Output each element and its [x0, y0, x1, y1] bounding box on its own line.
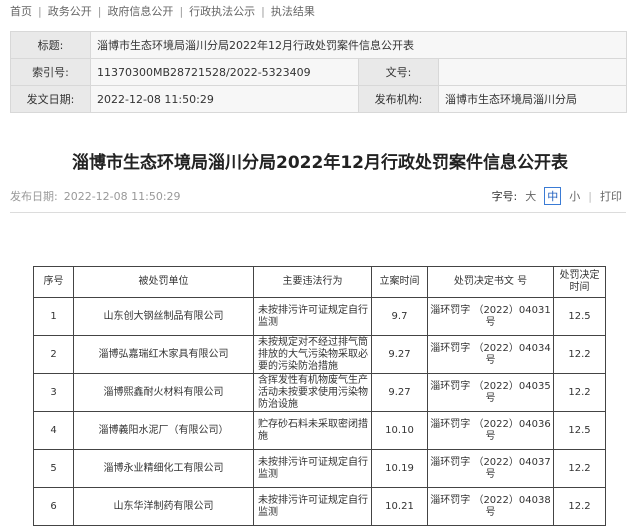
divider: [10, 212, 626, 213]
penalty-cases-table: 序号 被处罚单位 主要违法行为 立案时间 处罚决定书文 号 处罚决定时间 1 山…: [33, 266, 606, 526]
cell-doc: 淄环罚字 （2022）04037号: [427, 449, 554, 488]
cell-filed: 9.27: [371, 335, 428, 374]
cell-time: 12.5: [553, 297, 606, 336]
cell-no: 1: [33, 297, 74, 336]
cell-filed: 10.21: [371, 487, 428, 526]
cell-act: 贮存砂石料未采取密闭措施: [253, 411, 372, 450]
breadcrumb-gov-info[interactable]: 政府信息公开: [107, 3, 173, 19]
font-size-medium-button[interactable]: 中: [544, 187, 562, 205]
cell-act: 未按排污许可证规定自行监测: [253, 297, 372, 336]
table-header-row: 序号 被处罚单位 主要违法行为 立案时间 处罚决定书文 号 处罚决定时间: [33, 266, 606, 298]
meta-date-value: 2022-12-08 11:50:29: [90, 85, 359, 113]
table-row: 2 淄博弘嘉瑞红木家具有限公司 未按规定对不经过排气筒排放的大气污染物采取必要的…: [33, 335, 606, 374]
meta-docno-value: [438, 58, 627, 86]
meta-docno-label: 文号:: [358, 58, 439, 86]
header-act: 主要违法行为: [253, 266, 372, 298]
cell-filed: 10.10: [371, 411, 428, 450]
font-size-label: 字号:: [491, 190, 518, 203]
breadcrumb: 首页 | 政务公开 | 政府信息公开 | 行政执法公示 | 执法结果: [0, 0, 640, 22]
table-row: 6 山东华洋制药有限公司 未按排污许可证规定自行监测 10.21 淄环罚字 （2…: [33, 487, 606, 526]
meta-row-title: 标题: 淄博市生态环境局淄川分局2022年12月行政处罚案件信息公开表: [10, 31, 627, 59]
breadcrumb-gov-affairs[interactable]: 政务公开: [48, 3, 92, 19]
meta-row-date: 发文日期: 2022-12-08 11:50:29 发布机构: 淄博市生态环境局…: [10, 85, 627, 113]
header-time: 处罚决定时间: [553, 266, 606, 298]
header-no: 序号: [33, 266, 74, 298]
table-row: 5 淄博永业精细化工有限公司 未按排污许可证规定自行监测 10.19 淄环罚字 …: [33, 449, 606, 488]
cell-filed: 9.7: [371, 297, 428, 336]
cell-doc: 淄环罚字 （2022）04035号: [427, 373, 554, 412]
cell-no: 3: [33, 373, 74, 412]
cell-time: 12.5: [553, 411, 606, 450]
breadcrumb-separator: |: [38, 4, 42, 18]
cell-unit: 淄博弘嘉瑞红木家具有限公司: [73, 335, 254, 374]
header-doc: 处罚决定书文 号: [427, 266, 554, 298]
publish-bar: 发布日期: 2022-12-08 11:50:29 字号: 大 中 小 | 打印: [10, 186, 626, 206]
table-row: 4 淄博義阳水泥厂（有限公司） 贮存砂石料未采取密闭措施 10.10 淄环罚字 …: [33, 411, 606, 450]
meta-org-label: 发布机构:: [358, 85, 439, 113]
cell-unit: 山东创大钢丝制品有限公司: [73, 297, 254, 336]
document-meta-table: 标题: 淄博市生态环境局淄川分局2022年12月行政处罚案件信息公开表 索引号:…: [10, 31, 627, 113]
publish-date-label: 发布日期:: [10, 190, 58, 203]
font-size-large-button[interactable]: 大: [525, 188, 536, 204]
meta-index-value: 11370300MB28721528/2022-5323409: [90, 58, 359, 86]
meta-org-value: 淄博市生态环境局淄川分局: [438, 85, 627, 113]
publish-date: 2022-12-08 11:50:29: [63, 189, 181, 203]
cell-no: 4: [33, 411, 74, 450]
meta-index-label: 索引号:: [10, 58, 91, 86]
meta-title-value: 淄博市生态环境局淄川分局2022年12月行政处罚案件信息公开表: [90, 31, 627, 59]
font-size-small-button[interactable]: 小: [569, 188, 580, 204]
cell-filed: 9.27: [371, 373, 428, 412]
cell-time: 12.2: [553, 335, 606, 374]
breadcrumb-home[interactable]: 首页: [10, 3, 32, 19]
cell-unit: 淄博永业精细化工有限公司: [73, 449, 254, 488]
cell-act: 未按规定对不经过排气筒排放的大气污染物采取必要的污染防治措施: [253, 335, 372, 374]
meta-row-index: 索引号: 11370300MB28721528/2022-5323409 文号:: [10, 58, 627, 86]
table-row: 3 淄博熙鑫耐火材料有限公司 含挥发性有机物废气生产活动未按要求使用污染物防治设…: [33, 373, 606, 412]
cell-time: 12.2: [553, 487, 606, 526]
cell-doc: 淄环罚字 （2022）04031号: [427, 297, 554, 336]
breadcrumb-results[interactable]: 执法结果: [271, 3, 315, 19]
cell-no: 5: [33, 449, 74, 488]
breadcrumb-separator: |: [179, 4, 184, 18]
page-title: 淄博市生态环境局淄川分局2022年12月行政处罚案件信息公开表: [72, 153, 568, 173]
cell-time: 12.2: [553, 373, 606, 412]
cell-act: 未按排污许可证规定自行监测: [253, 487, 372, 526]
cell-unit: 山东华洋制药有限公司: [73, 487, 254, 526]
tool-separator: |: [588, 189, 592, 203]
header-unit: 被处罚单位: [73, 266, 254, 298]
cell-unit: 淄博義阳水泥厂（有限公司）: [73, 411, 254, 450]
breadcrumb-separator: |: [97, 4, 102, 18]
cell-time: 12.2: [553, 449, 606, 488]
meta-date-label: 发文日期:: [10, 85, 91, 113]
cell-unit: 淄博熙鑫耐火材料有限公司: [73, 373, 254, 412]
cell-no: 2: [33, 335, 74, 374]
font-size-tools: 字号: 大 中 小 | 打印: [488, 187, 626, 205]
cell-doc: 淄环罚字 （2022）04038号: [427, 487, 554, 526]
breadcrumb-enforcement[interactable]: 行政执法公示: [189, 3, 255, 19]
cell-doc: 淄环罚字 （2022）04034号: [427, 335, 554, 374]
header-filed: 立案时间: [371, 266, 428, 298]
cell-doc: 淄环罚字 （2022）04036号: [427, 411, 554, 450]
cell-act: 含挥发性有机物废气生产活动未按要求使用污染物防治设施: [253, 373, 372, 412]
meta-title-label: 标题:: [10, 31, 91, 59]
breadcrumb-separator: |: [261, 4, 265, 18]
cell-no: 6: [33, 487, 74, 526]
cell-filed: 10.19: [371, 449, 428, 488]
print-button[interactable]: 打印: [600, 188, 622, 204]
table-row: 1 山东创大钢丝制品有限公司 未按排污许可证规定自行监测 9.7 淄环罚字 （2…: [33, 297, 606, 336]
cell-act: 未按排污许可证规定自行监测: [253, 449, 372, 488]
